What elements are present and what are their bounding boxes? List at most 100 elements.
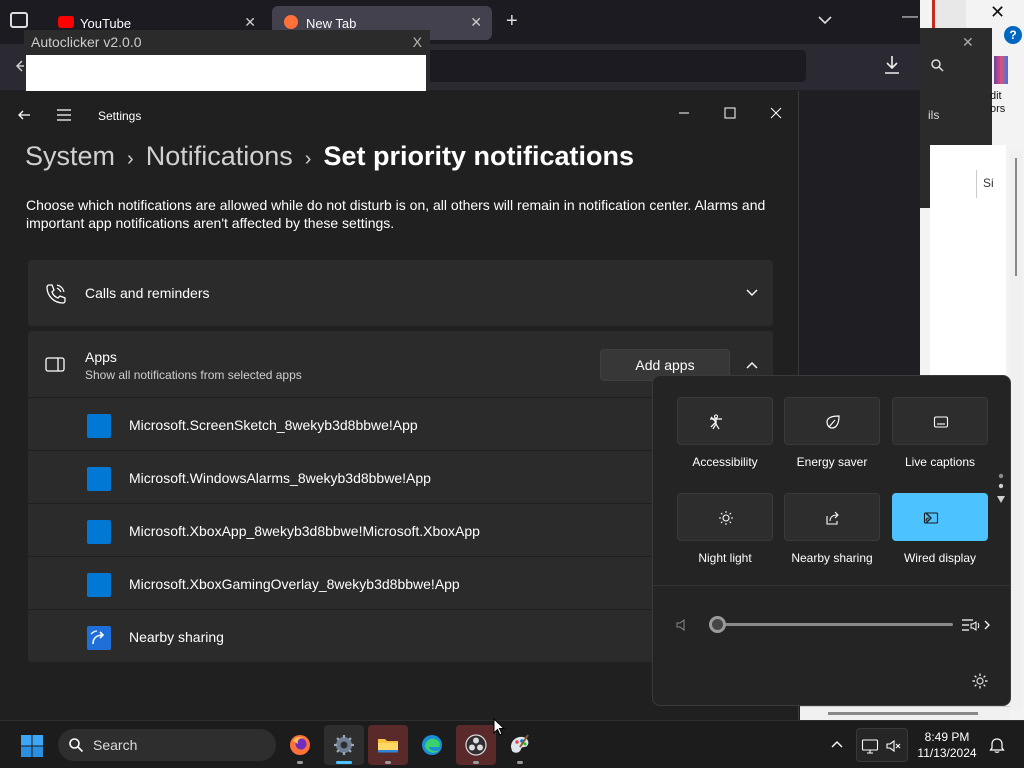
taskbar-file-explorer[interactable] — [368, 725, 408, 765]
quick-tile-label: Night light — [698, 551, 752, 565]
autoclicker-close-button[interactable]: X — [413, 34, 422, 50]
tab-close-icon[interactable]: ✕ — [470, 14, 482, 31]
firefox-icon — [290, 735, 310, 755]
quick-tile-label: Accessibility — [692, 455, 758, 469]
tab-manager-icon[interactable] — [10, 12, 28, 28]
autoclicker-body — [26, 55, 426, 92]
taskbar-settings[interactable] — [324, 725, 364, 765]
background-label: ils — [928, 108, 940, 122]
taskbar-search[interactable]: Search — [58, 729, 276, 761]
apps-label: Apps — [85, 349, 117, 365]
search-icon[interactable] — [930, 58, 944, 72]
mouse-cursor-icon — [493, 718, 505, 736]
wired-display-icon — [861, 739, 879, 754]
autoclicker-title: Autoclicker v2.0.0 — [31, 34, 142, 50]
back-arrow-icon[interactable] — [16, 107, 32, 123]
breadcrumb-separator: › — [127, 148, 134, 170]
app-name: Microsoft.XboxApp_8wekyb3d8bbwe!Microsof… — [129, 523, 480, 539]
quick-tile-live-captions[interactable] — [892, 397, 988, 445]
browser-tab-label: New Tab — [306, 16, 357, 31]
app-icon — [87, 520, 111, 544]
browser-tab-label: YouTube — [80, 16, 132, 31]
url-bar[interactable] — [426, 50, 806, 82]
edge-icon — [422, 735, 442, 755]
live-captions-icon — [933, 416, 949, 428]
background-label: Si — [976, 170, 1006, 198]
chevron-down-icon[interactable] — [745, 286, 759, 300]
quick-tile-wired-display[interactable] — [892, 493, 988, 541]
tab-close-icon[interactable]: ✕ — [244, 14, 256, 31]
clock-date: 11/13/2024 — [917, 746, 977, 760]
close-icon[interactable]: ✕ — [990, 2, 1005, 23]
background-window-tab[interactable] — [932, 0, 966, 30]
breadcrumb-system[interactable]: System — [25, 141, 115, 171]
breadcrumb: System › Notifications › Set priority notifi… — [25, 141, 634, 172]
audio-output-icon[interactable] — [961, 616, 993, 634]
chevron-right-icon[interactable] — [923, 511, 933, 525]
volume-slider-thumb[interactable] — [709, 616, 726, 633]
settings-app-title: Settings — [98, 109, 142, 123]
quick-tile-label: Nearby sharing — [791, 551, 873, 565]
palette-icon[interactable] — [994, 56, 1008, 84]
calls-and-reminders-row[interactable]: Calls and reminders — [28, 260, 773, 326]
night-light-icon — [719, 511, 733, 525]
quick-settings-flyout: Accessibility Energy saver Live captions… — [652, 375, 1011, 706]
autoclicker-window: Autoclicker v2.0.0 X — [24, 30, 430, 92]
app-icon — [87, 467, 111, 491]
nearby-sharing-icon — [87, 626, 111, 650]
volume-muted-icon[interactable] — [675, 618, 689, 632]
notification-bell-icon[interactable] — [988, 736, 1006, 754]
app-name: Nearby sharing — [129, 629, 224, 645]
page-title: Set priority notifications — [323, 141, 634, 171]
divider — [653, 585, 1010, 586]
browser-minimize-button[interactable]: — — [902, 8, 918, 26]
minimize-icon[interactable] — [674, 103, 694, 123]
taskbar-firefox[interactable] — [280, 725, 320, 765]
app-name: Microsoft.ScreenSketch_8wekyb3d8bbwe!App — [129, 417, 418, 433]
breadcrumb-separator: › — [304, 148, 312, 170]
obs-icon — [465, 734, 487, 756]
quick-tile-accessibility[interactable] — [677, 397, 773, 445]
tab-list-button[interactable] — [818, 12, 832, 28]
file-explorer-icon — [378, 739, 398, 753]
taskbar-edge[interactable] — [412, 725, 452, 765]
calls-and-reminders-label: Calls and reminders — [85, 285, 210, 301]
paint-icon — [511, 734, 529, 753]
page-indicator[interactable] — [997, 472, 1005, 508]
taskbar-paint[interactable] — [500, 725, 540, 765]
quick-tile-label: Live captions — [904, 455, 976, 469]
settings-gear-icon[interactable] — [971, 672, 989, 690]
show-hidden-icons-chevron-icon[interactable] — [830, 738, 844, 752]
volume-slider-track[interactable] — [717, 623, 953, 626]
breadcrumb-notifications[interactable]: Notifications — [146, 141, 293, 171]
new-tab-button[interactable]: + — [506, 10, 518, 33]
page-description: Choose which notifications are allowed w… — [26, 197, 766, 231]
quick-tile-night-light[interactable] — [677, 493, 773, 541]
chevron-up-icon[interactable] — [745, 358, 759, 372]
nearby-sharing-icon — [826, 511, 839, 525]
close-icon[interactable]: ✕ — [962, 34, 974, 51]
quick-tile-nearby-sharing[interactable] — [784, 493, 880, 541]
quick-tile-energy-saver[interactable] — [784, 397, 880, 445]
quick-settings-button[interactable] — [856, 728, 908, 762]
app-name: Microsoft.WindowsAlarms_8wekyb3d8bbwe!Ap… — [129, 470, 431, 486]
close-icon[interactable] — [766, 103, 786, 123]
edit-colors-label[interactable]: dit ors — [990, 90, 1005, 116]
system-clock[interactable]: 8:49 PM 11/13/2024 — [912, 729, 982, 761]
chevron-right-icon[interactable] — [708, 415, 718, 429]
quick-tile-label: Energy saver — [796, 455, 868, 469]
hamburger-menu-icon[interactable] — [56, 109, 72, 121]
chevron-down-icon — [818, 16, 832, 25]
windows-start-icon[interactable] — [20, 734, 44, 758]
taskbar: Search 8:49 PM 11/13/2024 — [0, 720, 1024, 768]
taskbar-obs[interactable] — [456, 725, 496, 765]
help-icon[interactable]: ? — [1004, 26, 1022, 44]
apps-icon — [45, 357, 65, 372]
horizontal-scrollbar[interactable] — [800, 706, 1010, 720]
download-icon[interactable] — [882, 54, 902, 76]
firefox-icon — [284, 15, 298, 29]
settings-icon — [334, 735, 354, 755]
maximize-icon[interactable] — [720, 103, 740, 123]
app-name: Microsoft.XboxGamingOverlay_8wekyb3d8bbw… — [129, 576, 460, 592]
vertical-scrollbar[interactable] — [1010, 150, 1022, 710]
